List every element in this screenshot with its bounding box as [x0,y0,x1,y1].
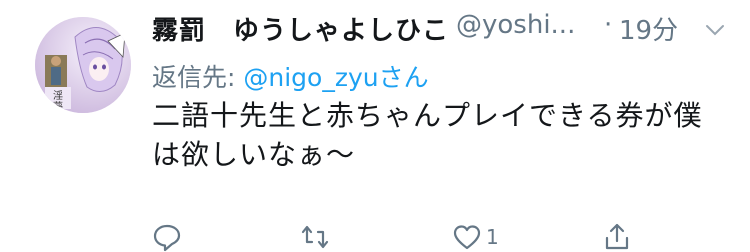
avatar-kanji-2: 夢 [53,100,63,113]
tweet-header: 霧罰 ゆうしゃよしひこ @yoshi... · 19分 [152,10,732,50]
share-icon [602,222,632,252]
reply-mention-link[interactable]: @nigo_zyu [243,63,378,92]
retweet-icon [300,222,330,252]
timestamp[interactable]: 19分 [619,10,678,47]
avatar-kanji-1: 淫 [53,89,63,102]
chevron-down-icon[interactable] [701,20,729,40]
tweet-text: 二語十先生と赤ちゃんプレイできる券が僕は欲しいなぁ〜 [152,99,703,171]
reply-label: 返信先: [152,63,244,92]
user-handle[interactable]: @yoshi... [456,10,575,40]
separator-dot: · [604,10,613,40]
display-name[interactable]: 霧罰 ゆうしゃよしひこ [152,10,449,47]
action-bar: 1 [152,222,652,252]
retweet-button[interactable] [300,222,330,252]
heart-icon [452,222,482,252]
reply-suffix: さん [378,63,429,92]
reply-button[interactable] [152,222,182,252]
like-count: 1 [486,225,499,249]
like-button[interactable]: 1 [452,222,499,252]
tweet-card[interactable]: 淫 夢 霧罰 ゆうしゃよしひこ @yoshi... · 19分 返信先: @ni… [0,0,750,252]
avatar-image: 淫 夢 [35,17,131,113]
reply-icon [152,222,182,252]
avatar[interactable]: 淫 夢 [35,17,131,113]
reply-context: 返信先: @nigo_zyuさん [152,58,429,94]
share-button[interactable] [602,222,632,252]
